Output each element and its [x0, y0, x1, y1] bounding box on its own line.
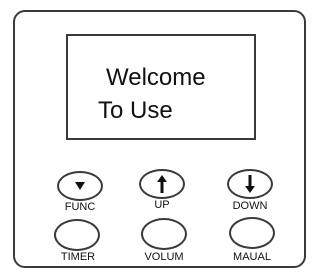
triangle-down-icon — [75, 182, 85, 190]
lcd-display: Welcome To Use — [66, 34, 256, 140]
maual-button[interactable] — [229, 217, 275, 249]
timer-button[interactable] — [54, 219, 100, 251]
maual-label: MAUAL — [233, 251, 271, 263]
arrow-down-icon — [245, 175, 255, 193]
volum-button[interactable] — [141, 218, 187, 250]
func-label: FUNC — [64, 201, 96, 213]
func-button[interactable] — [57, 171, 103, 201]
display-line-1: Welcome — [106, 64, 206, 91]
volum-label: VOLUM — [144, 251, 184, 263]
display-line-2: To Use — [98, 97, 173, 124]
timer-label: TIMER — [60, 251, 96, 263]
down-button[interactable] — [227, 169, 273, 199]
arrow-up-icon — [157, 175, 167, 193]
up-label: UP — [154, 199, 170, 211]
up-button[interactable] — [139, 169, 185, 199]
down-label: DOWN — [232, 200, 268, 212]
